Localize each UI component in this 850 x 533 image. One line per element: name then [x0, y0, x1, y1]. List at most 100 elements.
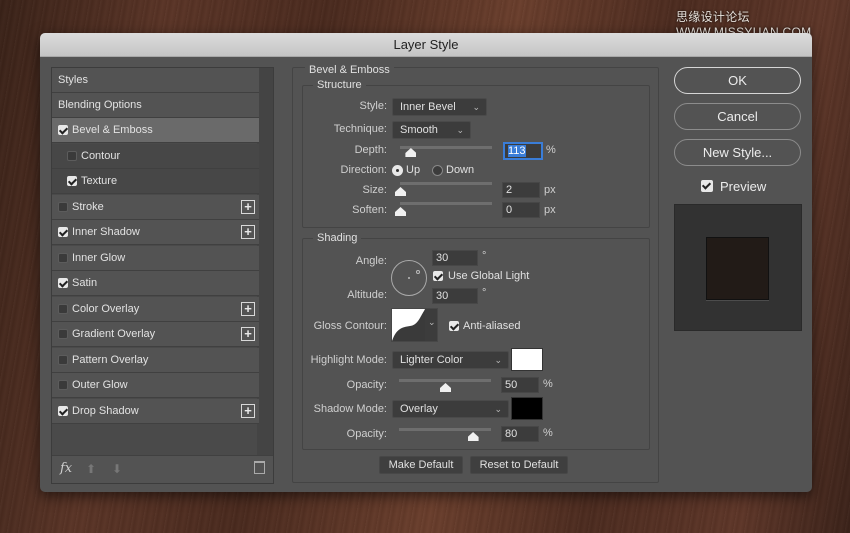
angle-dial[interactable]	[391, 260, 427, 296]
depth-label: Depth:	[354, 144, 387, 156]
highlight-opacity-slider[interactable]	[399, 379, 491, 392]
style-item-inner-shadow[interactable]: Inner Shadow +	[52, 220, 259, 245]
reset-to-default-button[interactable]: Reset to Default	[470, 456, 568, 474]
add-instance-icon[interactable]: +	[241, 403, 255, 418]
add-instance-icon[interactable]: +	[241, 199, 255, 214]
style-item-label: Stroke	[72, 200, 104, 213]
style-list-scrollbar[interactable]	[257, 68, 273, 456]
highlight-mode-value: Lighter Color	[400, 354, 463, 366]
cancel-button[interactable]: Cancel	[674, 103, 801, 130]
style-item-checkbox[interactable]	[58, 125, 68, 135]
angle-unit: °	[482, 250, 487, 262]
gloss-contour-picker[interactable]: ⌄	[391, 308, 438, 342]
technique-label: Technique:	[333, 123, 387, 135]
make-default-button[interactable]: Make Default	[379, 456, 463, 474]
technique-select[interactable]: Smooth ⌄	[392, 121, 471, 139]
highlight-color-swatch[interactable]	[511, 348, 543, 371]
highlight-mode-label: Highlight Mode:	[310, 354, 387, 366]
style-item-color-overlay[interactable]: Color Overlay +	[52, 296, 259, 322]
direction-down-radio[interactable]	[432, 165, 443, 176]
direction-up-label: Up	[406, 164, 421, 176]
style-item-contour[interactable]: Contour	[52, 143, 259, 169]
soften-input[interactable]: 0	[502, 202, 540, 218]
style-item-bevel-emboss[interactable]: Bevel & Emboss	[52, 118, 259, 143]
angle-dial-handle[interactable]	[416, 270, 420, 274]
style-select[interactable]: Inner Bevel ⌄	[392, 98, 487, 116]
gloss-contour-label: Gloss Contour:	[313, 320, 387, 332]
style-item-checkbox[interactable]	[58, 405, 68, 416]
style-item-checkbox[interactable]	[67, 150, 77, 161]
shadow-color-swatch[interactable]	[511, 397, 543, 420]
chevron-down-icon: ⌄	[456, 125, 464, 135]
move-up-icon[interactable]: ⬆	[86, 462, 96, 476]
shadow-opacity-thumb[interactable]	[467, 432, 479, 441]
style-item-drop-shadow[interactable]: Drop Shadow +	[52, 398, 259, 424]
style-item-texture[interactable]: Texture	[52, 169, 259, 194]
add-instance-icon[interactable]: +	[241, 327, 255, 341]
add-instance-icon[interactable]: +	[241, 301, 255, 316]
shadow-opacity-input[interactable]: 80	[501, 426, 539, 442]
style-item-checkbox[interactable]	[67, 176, 77, 186]
angle-input[interactable]: 30	[432, 250, 478, 266]
highlight-opacity-label: Opacity:	[346, 379, 387, 391]
shadow-mode-value: Overlay	[400, 403, 438, 415]
style-item-checkbox[interactable]	[58, 354, 68, 365]
preview-checkbox[interactable]	[701, 180, 713, 192]
soften-unit: px	[544, 204, 556, 216]
depth-slider-thumb[interactable]	[405, 148, 417, 157]
preview-label: Preview	[720, 179, 767, 194]
bevel-emboss-panel: Bevel & Emboss Structure Style: Inner Be…	[292, 64, 659, 483]
size-label: Size:	[362, 184, 387, 196]
blending-options-label: Blending Options	[58, 99, 142, 111]
style-item-satin[interactable]: Satin	[52, 271, 259, 296]
style-item-checkbox[interactable]	[58, 380, 68, 390]
fx-menu-icon[interactable]: fx	[60, 461, 72, 476]
chevron-down-icon: ⌄	[472, 102, 480, 112]
altitude-input[interactable]: 30	[432, 288, 478, 304]
anti-aliased-label: Anti-aliased	[463, 320, 521, 332]
style-item-checkbox[interactable]	[58, 278, 68, 288]
style-item-pattern-overlay[interactable]: Pattern Overlay	[52, 347, 259, 373]
style-item-checkbox[interactable]	[58, 303, 68, 314]
depth-slider[interactable]	[400, 146, 492, 157]
size-input[interactable]: 2	[502, 182, 540, 198]
move-down-icon[interactable]: ⬇	[112, 462, 122, 476]
styles-header[interactable]: Styles	[52, 68, 259, 93]
style-item-checkbox[interactable]	[58, 329, 68, 339]
use-global-light-label: Use Global Light	[448, 270, 530, 282]
altitude-label: Altitude:	[347, 289, 387, 301]
trash-icon[interactable]	[254, 461, 265, 474]
depth-input[interactable]: 113	[504, 143, 542, 159]
style-item-inner-glow[interactable]: Inner Glow	[52, 245, 259, 271]
style-item-gradient-overlay[interactable]: Gradient Overlay +	[52, 322, 259, 347]
new-style-button[interactable]: New Style...	[674, 139, 801, 166]
dialog-title: Layer Style	[40, 33, 812, 57]
style-item-checkbox[interactable]	[58, 252, 68, 263]
size-slider[interactable]	[395, 182, 492, 196]
soften-slider-thumb[interactable]	[395, 207, 406, 216]
anti-aliased-checkbox[interactable]	[449, 321, 459, 331]
style-list: Styles Blending Options Bevel & Emboss Co…	[51, 67, 274, 484]
shadow-mode-select[interactable]: Overlay ⌄	[392, 400, 509, 418]
style-item-label: Drop Shadow	[72, 404, 139, 417]
style-item-stroke[interactable]: Stroke +	[52, 194, 259, 220]
add-instance-icon[interactable]: +	[241, 225, 255, 239]
use-global-light-checkbox[interactable]	[433, 271, 443, 281]
direction-up-radio[interactable]	[392, 165, 403, 176]
style-item-checkbox[interactable]	[58, 227, 68, 237]
style-item-outer-glow[interactable]: Outer Glow	[52, 373, 259, 398]
soften-slider[interactable]	[395, 202, 492, 216]
shadow-mode-label: Shadow Mode:	[313, 403, 387, 415]
blending-options-item[interactable]: Blending Options	[52, 93, 259, 118]
shadow-opacity-label: Opacity:	[346, 428, 387, 440]
highlight-opacity-unit: %	[543, 378, 553, 390]
highlight-mode-select[interactable]: Lighter Color ⌄	[392, 351, 509, 369]
angle-dial-center	[408, 277, 410, 279]
size-slider-thumb[interactable]	[395, 187, 406, 196]
highlight-opacity-thumb[interactable]	[440, 383, 451, 392]
highlight-opacity-input[interactable]: 50	[501, 377, 539, 393]
ok-button[interactable]: OK	[674, 67, 801, 94]
shadow-opacity-slider[interactable]	[399, 428, 491, 441]
style-item-checkbox[interactable]	[58, 201, 68, 212]
style-item-label: Contour	[81, 149, 121, 162]
